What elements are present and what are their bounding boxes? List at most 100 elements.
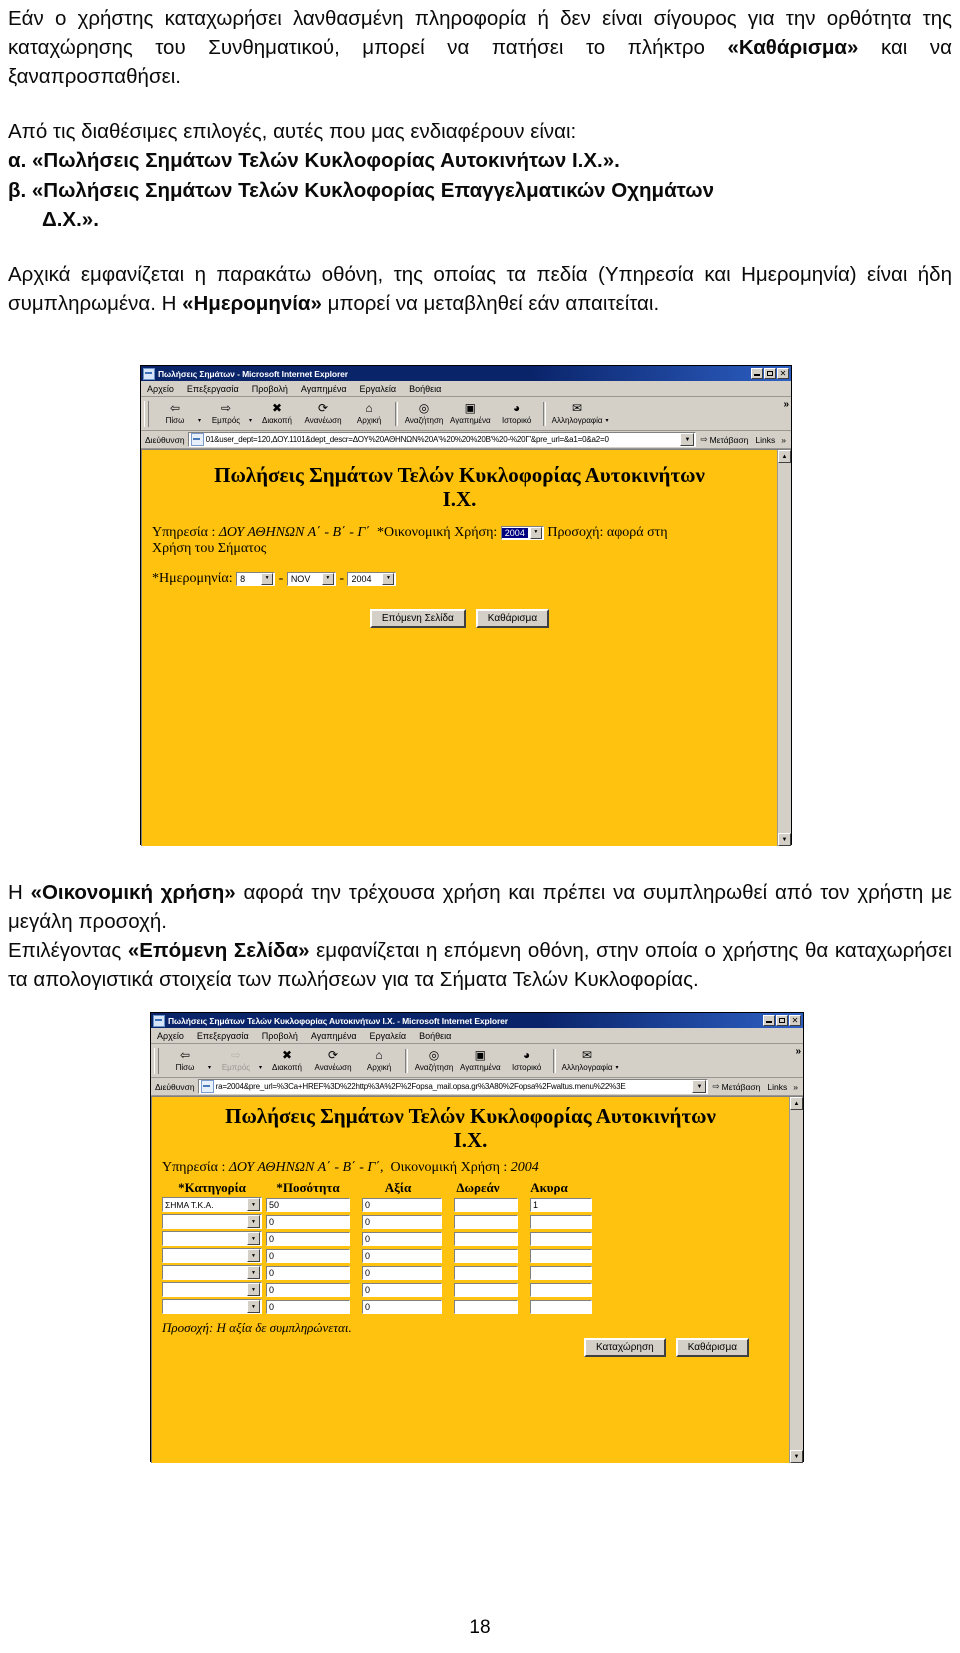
fiscal-year-chevron-down-icon[interactable]: ▼ — [529, 526, 542, 539]
maximize-button[interactable] — [764, 368, 776, 379]
cancel-input[interactable] — [530, 1214, 592, 1229]
free-input[interactable] — [454, 1248, 518, 1263]
menu-item-help-2[interactable]: Βοήθεια — [419, 1031, 451, 1041]
date-year-select[interactable]: 2004 ▼ — [347, 571, 397, 586]
cancel-input[interactable] — [530, 1299, 592, 1314]
toolbar-back-button[interactable]: ⇦ Πίσω — [152, 399, 198, 429]
free-input[interactable] — [454, 1197, 518, 1212]
chevron-down-icon[interactable]: ▼ — [247, 1215, 260, 1229]
toolbar-history-button-2[interactable]: ◕ Ιστορικό — [504, 1046, 550, 1076]
window2-menubar[interactable]: Αρχείο Επεξεργασία Προβολή Αγαπημένα Εργ… — [151, 1028, 803, 1044]
clear-button[interactable]: Καθάρισμα — [475, 609, 550, 629]
menu-item-help[interactable]: Βοήθεια — [409, 384, 441, 394]
cancel-input[interactable] — [530, 1265, 592, 1280]
toolbar-mail-button-2[interactable]: ✉ Αλληλογραφία — [559, 1046, 616, 1076]
category-select[interactable]: ▼ — [162, 1299, 262, 1315]
quantity-input[interactable]: 0 — [266, 1265, 350, 1280]
cancel-input[interactable] — [530, 1282, 592, 1297]
quantity-input[interactable]: 0 — [266, 1248, 350, 1263]
free-input[interactable] — [454, 1299, 518, 1314]
date-day-chevron-down-icon[interactable]: ▼ — [261, 572, 274, 585]
menu-item-tools[interactable]: Εργαλεία — [360, 384, 397, 394]
quantity-input[interactable]: 0 — [266, 1299, 350, 1314]
free-input[interactable] — [454, 1231, 518, 1246]
toolbar-stop-button-2[interactable]: ✖ Διακοπή — [264, 1046, 310, 1076]
window2-address-bar[interactable]: Διεύθυνση ra=2004&pre_url=%3Ca+HREF%3D%2… — [151, 1078, 803, 1096]
menu-item-view-2[interactable]: Προβολή — [262, 1031, 298, 1041]
category-select[interactable]: ▼ — [162, 1214, 262, 1230]
toolbar-history-button[interactable]: ◕ Ιστορικό — [494, 399, 540, 429]
toolbar-search-button-2[interactable]: ◎ Αναζήτηση — [411, 1046, 457, 1076]
toolbar-grip-2[interactable] — [154, 1047, 159, 1074]
chevron-down-icon[interactable]: ▼ — [247, 1300, 260, 1314]
address-dropdown-icon[interactable]: ▼ — [680, 433, 695, 446]
chevron-down-icon[interactable]: ▼ — [247, 1198, 260, 1212]
minimize-button[interactable] — [751, 368, 763, 379]
toolbar-forward-button[interactable]: ⇨ Εμπρός — [203, 399, 249, 429]
toolbar-favorites-button-2[interactable]: ▣ Αγαπημένα — [457, 1046, 504, 1076]
chevron-down-icon[interactable]: ▼ — [247, 1283, 260, 1297]
menu-item-file[interactable]: Αρχείο — [147, 384, 174, 394]
address-overflow-chevron-icon[interactable]: » — [778, 435, 789, 445]
date-year-chevron-down-icon[interactable]: ▼ — [382, 572, 395, 585]
menu-item-edit[interactable]: Επεξεργασία — [187, 384, 239, 394]
category-select[interactable]: ▼ — [162, 1282, 262, 1298]
quantity-input[interactable]: 50 — [266, 1197, 350, 1212]
vertical-scrollbar[interactable]: ▲ ▼ — [777, 450, 791, 846]
toolbar-favorites-button[interactable]: ▣ Αγαπημένα — [447, 399, 494, 429]
category-select[interactable]: ▼ — [162, 1265, 262, 1281]
address-overflow-chevron-icon-2[interactable]: » — [790, 1082, 801, 1092]
links-button[interactable]: Links — [752, 435, 778, 445]
scroll-down-button-2[interactable]: ▼ — [790, 1450, 803, 1463]
quantity-input[interactable]: 0 — [266, 1214, 350, 1229]
window1-toolbar[interactable]: ⇦ Πίσω ▾ ⇨ Εμπρός ▾ ✖ Διακοπή ⟳ Ανανέωση… — [141, 397, 791, 431]
go-button[interactable]: ⇨ Μετάβαση — [696, 434, 752, 445]
date-day-select[interactable]: 8 ▼ — [236, 571, 276, 586]
toolbar-home-button-2[interactable]: ⌂ Αρχική — [356, 1046, 402, 1076]
fiscal-year-select[interactable]: 2004 ▼ — [500, 525, 544, 540]
chevron-down-icon[interactable]: ▼ — [247, 1249, 260, 1263]
vertical-scrollbar-2[interactable]: ▲ ▼ — [789, 1097, 803, 1463]
close-button[interactable]: ✕ — [777, 368, 789, 379]
value-input[interactable]: 0 — [362, 1265, 442, 1280]
date-month-chevron-down-icon[interactable]: ▼ — [321, 572, 334, 585]
menu-item-favorites[interactable]: Αγαπημένα — [301, 384, 347, 394]
window2-toolbar[interactable]: ⇦ Πίσω ▾ ⇨ Εμπρός ▾ ✖ Διακοπή ⟳ Ανανέωση… — [151, 1044, 803, 1078]
toolbar-overflow-chevron-icon[interactable]: » — [783, 399, 789, 410]
toolbar-grip[interactable] — [144, 400, 149, 427]
cancel-input[interactable] — [530, 1248, 592, 1263]
toolbar-overflow-chevron-icon-2[interactable]: » — [795, 1046, 801, 1057]
toolbar-stop-button[interactable]: ✖ Διακοπή — [254, 399, 300, 429]
free-input[interactable] — [454, 1214, 518, 1229]
menu-item-edit-2[interactable]: Επεξεργασία — [197, 1031, 249, 1041]
cancel-input[interactable]: 1 — [530, 1197, 592, 1212]
cancel-input[interactable] — [530, 1231, 592, 1246]
toolbar-mail-button[interactable]: ✉ Αλληλογραφία — [549, 399, 606, 429]
value-input[interactable]: 0 — [362, 1231, 442, 1246]
window2-titlebar[interactable]: Πωλήσεις Σημάτων Τελών Κυκλοφορίας Αυτοκ… — [151, 1013, 803, 1028]
address-input[interactable]: 01&user_dept=120,ΔΟΥ.1101&dept_descr=ΔΟΥ… — [187, 432, 697, 447]
quantity-input[interactable]: 0 — [266, 1282, 350, 1297]
mail-dropdown-icon-2[interactable]: ▾ — [616, 1064, 621, 1071]
free-input[interactable] — [454, 1265, 518, 1280]
links-button-2[interactable]: Links — [764, 1082, 790, 1092]
menu-item-file-2[interactable]: Αρχείο — [157, 1031, 184, 1041]
value-input[interactable]: 0 — [362, 1214, 442, 1229]
category-select[interactable]: ΣΗΜΑ Τ.Κ.Α. ▼ — [162, 1197, 262, 1213]
category-select[interactable]: ▼ — [162, 1248, 262, 1264]
close-button-2[interactable]: ✕ — [789, 1015, 801, 1026]
menu-item-tools-2[interactable]: Εργαλεία — [370, 1031, 407, 1041]
toolbar-home-button[interactable]: ⌂ Αρχική — [346, 399, 392, 429]
next-page-button[interactable]: Επόμενη Σελίδα — [369, 609, 466, 629]
toolbar-refresh-button[interactable]: ⟳ Ανανέωση — [300, 399, 346, 429]
clear-button-2[interactable]: Καθάρισμα — [675, 1338, 749, 1358]
free-input[interactable] — [454, 1282, 518, 1297]
address-dropdown-icon-2[interactable]: ▼ — [692, 1080, 707, 1093]
browser-window-2[interactable]: Πωλήσεις Σημάτων Τελών Κυκλοφορίας Αυτοκ… — [150, 1012, 804, 1463]
window2-caption-buttons[interactable]: ✕ — [763, 1015, 801, 1026]
window1-titlebar[interactable]: Πωλήσεις Σημάτων - Microsoft Internet Ex… — [141, 366, 791, 381]
quantity-input[interactable]: 0 — [266, 1231, 350, 1246]
address-input-2[interactable]: ra=2004&pre_url=%3Ca+HREF%3D%22http%3A%2… — [197, 1079, 709, 1094]
value-input[interactable]: 0 — [362, 1299, 442, 1314]
chevron-down-icon[interactable]: ▼ — [247, 1266, 260, 1280]
